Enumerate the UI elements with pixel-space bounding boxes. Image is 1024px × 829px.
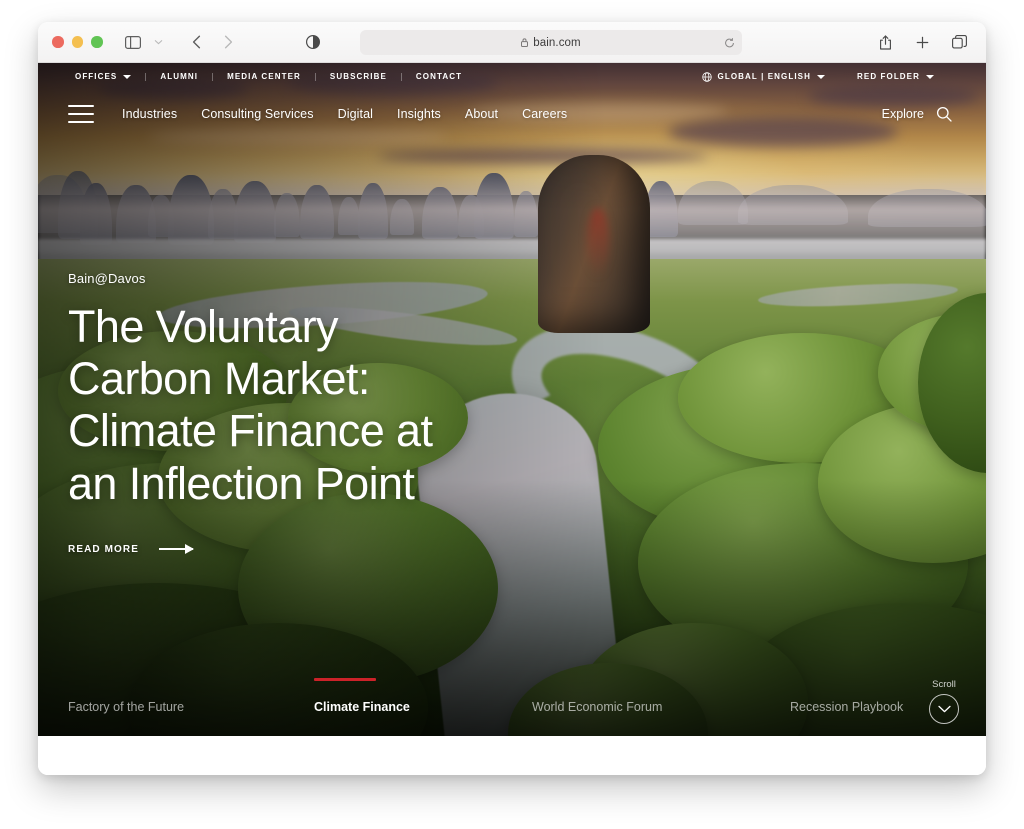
- utility-item-label: OFFICES: [75, 71, 118, 81]
- carousel-tab-label: Climate Finance: [314, 700, 410, 714]
- forward-arrow-icon[interactable]: [216, 30, 242, 54]
- window-traffic-lights: [52, 36, 103, 48]
- close-window-button[interactable]: [52, 36, 64, 48]
- search-icon[interactable]: [936, 106, 952, 122]
- carousel-tab-label: Factory of the Future: [68, 700, 185, 714]
- utility-item-label: ALUMNI: [160, 71, 199, 81]
- nav-item-digital[interactable]: Digital: [338, 107, 373, 121]
- scroll-cue[interactable]: Scroll: [929, 679, 959, 724]
- read-more-label: READ MORE: [68, 543, 140, 555]
- globe-icon: [701, 71, 712, 82]
- chevron-down-icon: [123, 74, 132, 79]
- plus-icon[interactable]: [909, 30, 935, 54]
- explore-label[interactable]: Explore: [882, 107, 924, 121]
- hero-banner: OFFICES ALUMNI MEDIA CENTER SUBSCRIBE CO…: [38, 63, 986, 736]
- carousel-tab-label: World Economic Forum: [532, 700, 663, 714]
- utility-item-alumni[interactable]: ALUMNI: [145, 71, 212, 81]
- zoom-window-button[interactable]: [91, 36, 103, 48]
- minimize-window-button[interactable]: [71, 36, 83, 48]
- share-icon[interactable]: [872, 30, 898, 54]
- browser-navigation: [184, 30, 242, 54]
- nav-item-insights[interactable]: Insights: [397, 107, 441, 121]
- red-folder-label: RED FOLDER: [857, 71, 920, 81]
- sidebar-toggle-icon[interactable]: [120, 30, 146, 54]
- carousel-tab-climate-finance[interactable]: Climate Finance: [314, 678, 410, 714]
- utility-nav-right: GLOBAL | ENGLISH RED FOLDER: [686, 71, 950, 82]
- hero-eyebrow: Bain@Davos: [68, 271, 146, 286]
- sidebar-chevron-down-icon[interactable]: [146, 30, 172, 54]
- site-utility-bar: OFFICES ALUMNI MEDIA CENTER SUBSCRIBE CO…: [38, 63, 986, 90]
- toolbar-right-controls: [872, 30, 972, 54]
- utility-item-label: SUBSCRIBE: [329, 71, 387, 81]
- address-bar[interactable]: bain.com: [360, 30, 742, 55]
- browser-toolbar: bain.com: [38, 22, 986, 63]
- language-selector-label: GLOBAL | ENGLISH: [717, 71, 811, 81]
- utility-nav-left: OFFICES ALUMNI MEDIA CENTER SUBSCRIBE CO…: [75, 71, 476, 81]
- carousel-tab-recession-playbook[interactable]: Recession Playbook: [790, 700, 903, 714]
- chevron-down-icon[interactable]: [929, 694, 959, 724]
- carousel-tab-factory-of-the-future[interactable]: Factory of the Future: [68, 700, 184, 714]
- lock-icon: [521, 38, 529, 47]
- active-tab-indicator: [314, 678, 376, 681]
- reader-mode-icon[interactable]: [300, 30, 326, 54]
- back-arrow-icon[interactable]: [184, 30, 210, 54]
- hamburger-menu-icon[interactable]: [68, 105, 94, 123]
- hero-content: Bain@Davos The Voluntary Carbon Market: …: [68, 271, 488, 555]
- chevron-down-icon: [817, 74, 825, 79]
- site-main-nav: Industries Consulting Services Digital I…: [38, 90, 986, 138]
- arrow-right-icon: [159, 544, 195, 555]
- browser-window: bain.com OFFICES ALUMNI MEDIA CENTER SUB…: [38, 22, 986, 775]
- nav-item-consulting-services[interactable]: Consulting Services: [201, 107, 313, 121]
- read-more-button[interactable]: READ MORE: [68, 544, 488, 555]
- main-nav-right: Explore: [882, 106, 952, 122]
- utility-item-contact[interactable]: CONTACT: [400, 71, 476, 81]
- nav-item-industries[interactable]: Industries: [122, 107, 177, 121]
- page-body-below-hero: [38, 736, 986, 775]
- utility-item-subscribe[interactable]: SUBSCRIBE: [314, 71, 401, 81]
- page-title: The Voluntary Carbon Market: Climate Fin…: [68, 301, 433, 509]
- sidebar-controls: [120, 30, 172, 54]
- chevron-down-icon: [926, 74, 934, 79]
- red-folder-menu[interactable]: RED FOLDER: [841, 71, 950, 81]
- utility-item-label: CONTACT: [415, 71, 463, 81]
- carousel-tab-label: Recession Playbook: [790, 700, 904, 714]
- hero-carousel-tabs: Factory of the Future Climate Finance Wo…: [38, 658, 986, 736]
- main-nav-links: Industries Consulting Services Digital I…: [122, 107, 567, 121]
- tab-overview-icon[interactable]: [946, 30, 972, 54]
- nav-item-careers[interactable]: Careers: [522, 107, 567, 121]
- nav-item-about[interactable]: About: [465, 107, 498, 121]
- url-text: bain.com: [533, 36, 581, 49]
- utility-item-label: MEDIA CENTER: [227, 71, 301, 81]
- language-selector[interactable]: GLOBAL | ENGLISH: [686, 71, 841, 82]
- page-viewport: OFFICES ALUMNI MEDIA CENTER SUBSCRIBE CO…: [38, 63, 986, 775]
- reload-icon[interactable]: [724, 37, 735, 48]
- scroll-label: Scroll: [932, 679, 956, 690]
- carousel-tab-world-economic-forum[interactable]: World Economic Forum: [532, 700, 662, 714]
- utility-item-offices[interactable]: OFFICES: [75, 71, 145, 81]
- utility-item-media-center[interactable]: MEDIA CENTER: [212, 71, 315, 81]
